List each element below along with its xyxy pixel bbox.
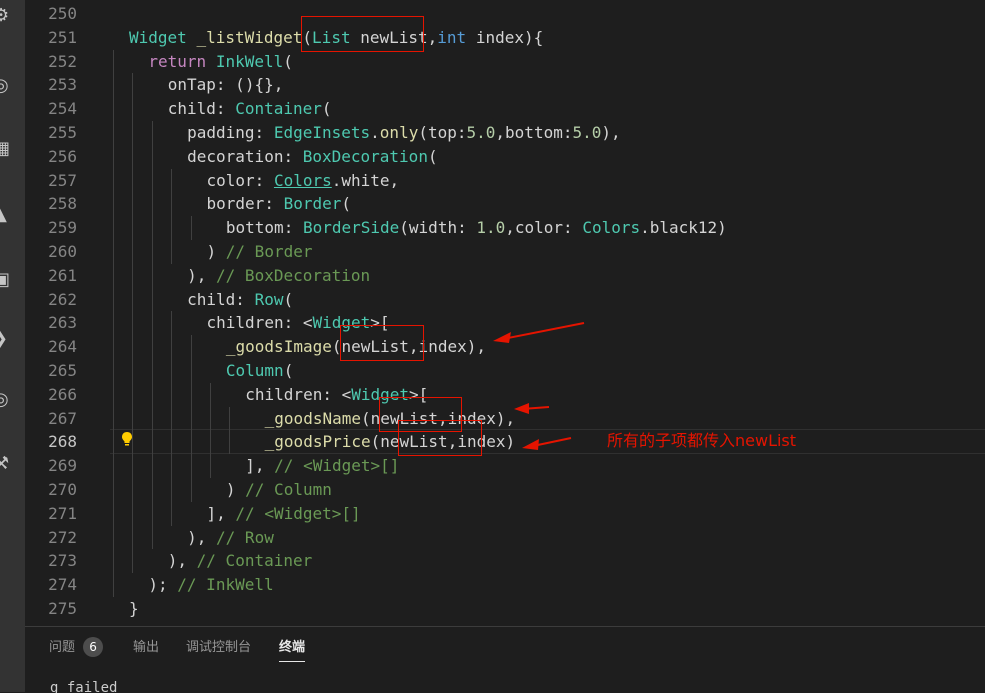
arrow-line-264: [502, 322, 585, 340]
tools-icon[interactable]: ⚒: [0, 452, 25, 476]
source-control-icon[interactable]: ▦: [0, 137, 25, 161]
tab-label: 问题: [49, 640, 76, 655]
debug-icon[interactable]: ▲: [0, 203, 25, 227]
terminal-output: g failed: [50, 680, 118, 693]
activity-bar: ⚙ ◎ ▦ ▲ ▣ ❯ ◎ ⚒: [0, 0, 25, 692]
annotation-arrows: [493, 322, 585, 450]
extensions-icon[interactable]: ▣: [0, 268, 25, 292]
arrow-head-268: [522, 439, 539, 450]
remote-icon[interactable]: ❯: [0, 327, 25, 351]
bottom-panel: 问题 6 输出 调试控制台 终端 g failed: [25, 626, 985, 693]
arrow-head-264: [493, 332, 511, 343]
arrow-head-267: [514, 403, 529, 414]
search-icon[interactable]: ◎: [0, 74, 25, 98]
explorer-icon[interactable]: ⚙: [0, 4, 25, 28]
problems-count-badge: 6: [83, 637, 104, 657]
accounts-icon[interactable]: ◎: [0, 388, 25, 412]
tab-debug-console[interactable]: 调试控制台: [186, 637, 251, 659]
tab-terminal[interactable]: 终端: [279, 637, 306, 662]
tab-problems[interactable]: 问题 6: [49, 637, 104, 659]
tab-output[interactable]: 输出: [133, 637, 159, 659]
code-editor[interactable]: 250 251 Widget _listWidget(List newList,in…: [25, 0, 985, 626]
